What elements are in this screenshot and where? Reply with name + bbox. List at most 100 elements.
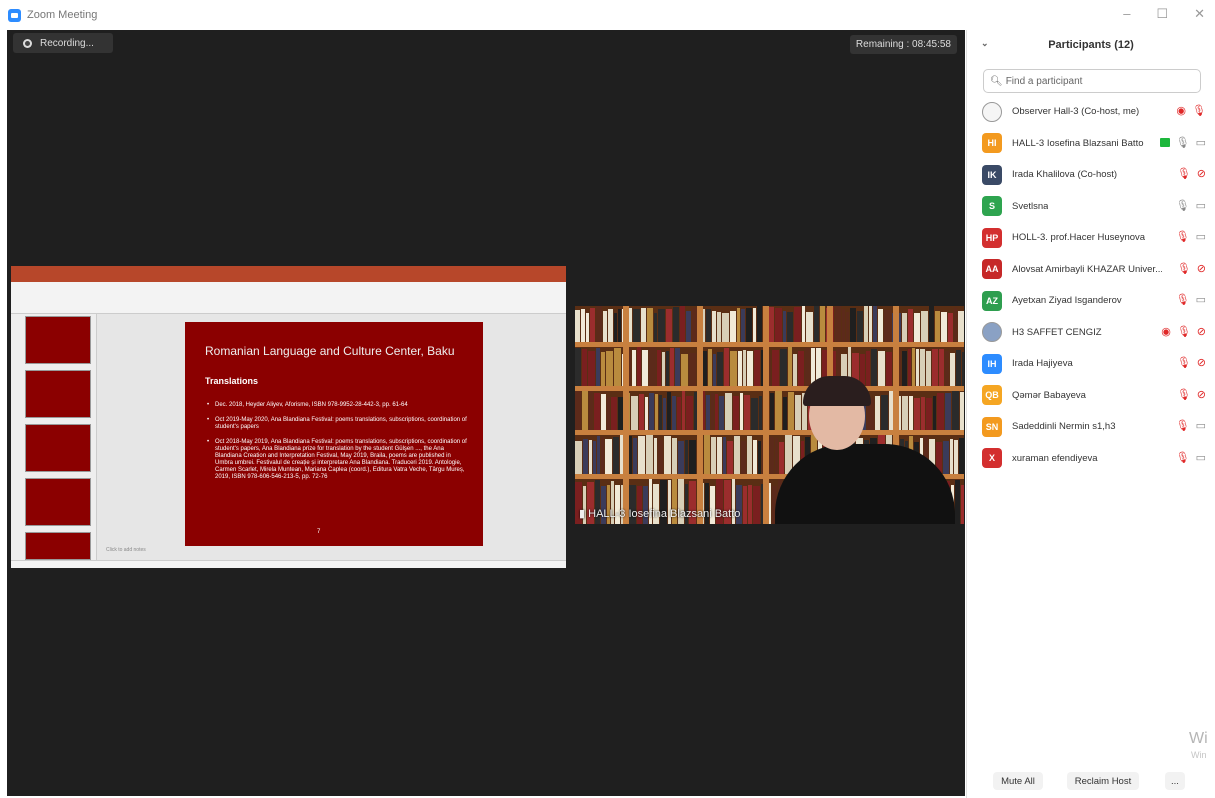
mic-muted-icon[interactable]: 🎙︎: [1176, 231, 1190, 243]
video-off-icon[interactable]: ⊘: [1197, 326, 1206, 338]
participants-list: Observer Hall-3 (Co-host, me) ◉ 🎙︎ HI HALL-3…: [967, 96, 1215, 474]
meeting-stage: Recording... Remaining : 08:45:58 Romani…: [7, 30, 965, 796]
participant-status-icons: 🎙︎ ⊘: [1177, 168, 1206, 180]
video-icon[interactable]: ▭: [1196, 420, 1206, 432]
participant-name: Alovsat Amirbayli KHAZAR Univer...: [1012, 263, 1162, 275]
avatar: HI: [982, 133, 1002, 154]
participant-row[interactable]: IK Irada Khalilova (Co-host) 🎙︎ ⊘: [967, 159, 1215, 191]
slide-thumbnail: [25, 532, 91, 560]
participant-row[interactable]: HI HALL-3 Iosefina Blazsani Batto 🎙︎ ▭: [967, 128, 1215, 160]
mic-muted-icon[interactable]: 🎙︎: [1177, 168, 1191, 180]
mic-muted-icon[interactable]: 🎙︎: [1177, 326, 1191, 338]
mic-muted-icon[interactable]: 🎙︎: [1192, 105, 1206, 117]
participant-name: H3 SAFFET CENGIZ: [1012, 326, 1102, 338]
participant-row[interactable]: AZ Ayetxan Ziyad Isganderov 🎙︎ ▭: [967, 285, 1215, 317]
participant-row[interactable]: S Svetlsna 🎙︎ ▭: [967, 191, 1215, 223]
video-icon[interactable]: ▭: [1196, 137, 1206, 149]
zoom-logo-icon: [8, 8, 21, 22]
title-bar: Zoom Meeting – ☐ ✕: [0, 0, 1215, 30]
avatar: AZ: [982, 290, 1002, 311]
participant-row[interactable]: Observer Hall-3 (Co-host, me) ◉ 🎙︎: [967, 96, 1215, 128]
video-off-icon[interactable]: ⊘: [1197, 263, 1206, 275]
participant-search-input[interactable]: 🔍︎ Find a participant: [983, 69, 1201, 93]
ppt-ribbon: [11, 282, 566, 314]
participant-name: Observer Hall-3 (Co-host, me): [1012, 106, 1140, 118]
participant-name: Irada Khalilova (Co-host): [1012, 169, 1118, 181]
avatar: QB: [982, 385, 1002, 406]
participant-name: xuraman efendiyeva: [1012, 452, 1098, 464]
participant-name: Sadeddinli Nermin s1,h3: [1012, 421, 1116, 433]
participant-status-icons: 🎙︎ ▭: [1176, 420, 1206, 432]
signal-icon: ▮: [579, 508, 586, 520]
video-off-icon[interactable]: ⊘: [1197, 389, 1206, 401]
participant-name: Svetlsna: [1012, 200, 1049, 212]
mic-muted-icon[interactable]: 🎙︎: [1177, 389, 1191, 401]
maximize-icon[interactable]: ☐: [1156, 6, 1168, 22]
mic-icon[interactable]: 🎙︎: [1176, 200, 1190, 212]
video-off-icon[interactable]: ⊘: [1197, 168, 1206, 180]
more-options-button[interactable]: ...: [1165, 772, 1185, 790]
chevron-down-icon[interactable]: ⌄: [981, 38, 989, 49]
watermark-text: Wi: [1189, 730, 1208, 747]
recording-indicator[interactable]: Recording...: [13, 33, 113, 53]
slide-thumbnail: [25, 424, 91, 472]
participant-row[interactable]: AA Alovsat Amirbayli KHAZAR Univer... 🎙︎ ⊘: [967, 254, 1215, 286]
mic-muted-icon[interactable]: 🎙︎: [1176, 420, 1190, 432]
zoom-window: Zoom Meeting – ☐ ✕ Recording... Remainin…: [0, 0, 1215, 798]
participant-status-icons: 🎙︎ ▭: [1176, 452, 1206, 464]
record-icon[interactable]: ◉: [1161, 326, 1171, 338]
video-icon[interactable]: ▭: [1196, 294, 1206, 306]
slide-header: Romanian Language and Culture Center, Ba…: [205, 344, 455, 358]
minimize-icon[interactable]: –: [1123, 6, 1130, 22]
video-icon[interactable]: ▭: [1196, 452, 1206, 464]
close-icon[interactable]: ✕: [1194, 6, 1205, 22]
ppt-title-bar: [11, 266, 566, 275]
avatar: [982, 101, 1002, 122]
mute-all-button[interactable]: Mute All: [993, 772, 1043, 790]
avatar: [982, 322, 1002, 343]
slide-bullet: Oct 2019-May 2020, Ana Blandiana Festiva…: [207, 417, 469, 431]
current-slide: Romanian Language and Culture Center, Ba…: [185, 322, 483, 546]
avatar: SN: [982, 416, 1002, 437]
participant-row[interactable]: SN Sadeddinli Nermin s1,h3 🎙︎ ▭: [967, 411, 1215, 443]
mic-muted-icon[interactable]: 🎙︎: [1176, 294, 1190, 306]
mic-muted-icon[interactable]: 🎙︎: [1177, 263, 1191, 275]
slide-thumbnail: [25, 370, 91, 418]
participant-video[interactable]: ▮ HALL-3 Iosefina Blazsani Batto: [575, 306, 964, 524]
video-icon[interactable]: ▭: [1196, 200, 1206, 212]
participant-name: Irada Hajiyeva: [1012, 358, 1073, 370]
participant-row[interactable]: HP HOLL-3. prof.Hacer Huseynova 🎙︎ ▭: [967, 222, 1215, 254]
mic-muted-icon[interactable]: 🎙︎: [1177, 357, 1191, 369]
participants-header: ⌄ Participants (12): [967, 30, 1215, 60]
ppt-status-bar: [11, 560, 566, 568]
record-icon[interactable]: ◉: [1176, 105, 1186, 117]
notes-placeholder: Click to add notes: [106, 547, 146, 553]
participant-status-icons: 🎙︎ ⊘: [1177, 357, 1206, 369]
window-controls: – ☐ ✕: [1123, 6, 1205, 22]
reclaim-host-button[interactable]: Reclaim Host: [1067, 772, 1139, 790]
participant-row[interactable]: QB Qəmər Babayeva 🎙︎ ⊘: [967, 380, 1215, 412]
shared-screen[interactable]: Romanian Language and Culture Center, Ba…: [11, 266, 566, 568]
screen-share-icon[interactable]: [1159, 138, 1170, 147]
watermark-subtext: Win: [1191, 750, 1207, 760]
participant-row[interactable]: IH Irada Hajiyeva 🎙︎ ⊘: [967, 348, 1215, 380]
mic-icon[interactable]: 🎙︎: [1176, 137, 1190, 149]
video-icon[interactable]: ▭: [1196, 231, 1206, 243]
ppt-workspace: Romanian Language and Culture Center, Ba…: [11, 314, 566, 560]
participant-row[interactable]: H3 SAFFET CENGIZ ◉ 🎙︎ ⊘: [967, 317, 1215, 349]
mic-muted-icon[interactable]: 🎙︎: [1176, 452, 1190, 464]
participant-row[interactable]: Xxuraman efendiyeva 🎙︎ ▭: [967, 443, 1215, 475]
slide-thumbnails: [11, 314, 97, 560]
window-title: Zoom Meeting: [27, 9, 98, 21]
participants-panel: ⌄ Participants (12) 🔍︎ Find a participan…: [966, 30, 1215, 798]
search-icon: 🔍︎: [990, 75, 1003, 87]
video-name-label: ▮ HALL-3 Iosefina Blazsani Batto: [579, 508, 741, 520]
slide-bullets: Dec. 2018, Heyder Aliyev, Aforisme, ISBN…: [207, 402, 469, 489]
participant-name: HOLL-3. prof.Hacer Huseynova: [1012, 232, 1146, 244]
participant-name: Ayetxan Ziyad Isganderov: [1012, 295, 1122, 307]
participant-status-icons: 🎙︎ ⊘: [1177, 389, 1206, 401]
participants-footer: Mute All Reclaim Host ...: [967, 772, 1215, 792]
avatar: HP: [982, 227, 1002, 248]
avatar: IK: [982, 164, 1002, 185]
video-off-icon[interactable]: ⊘: [1197, 357, 1206, 369]
